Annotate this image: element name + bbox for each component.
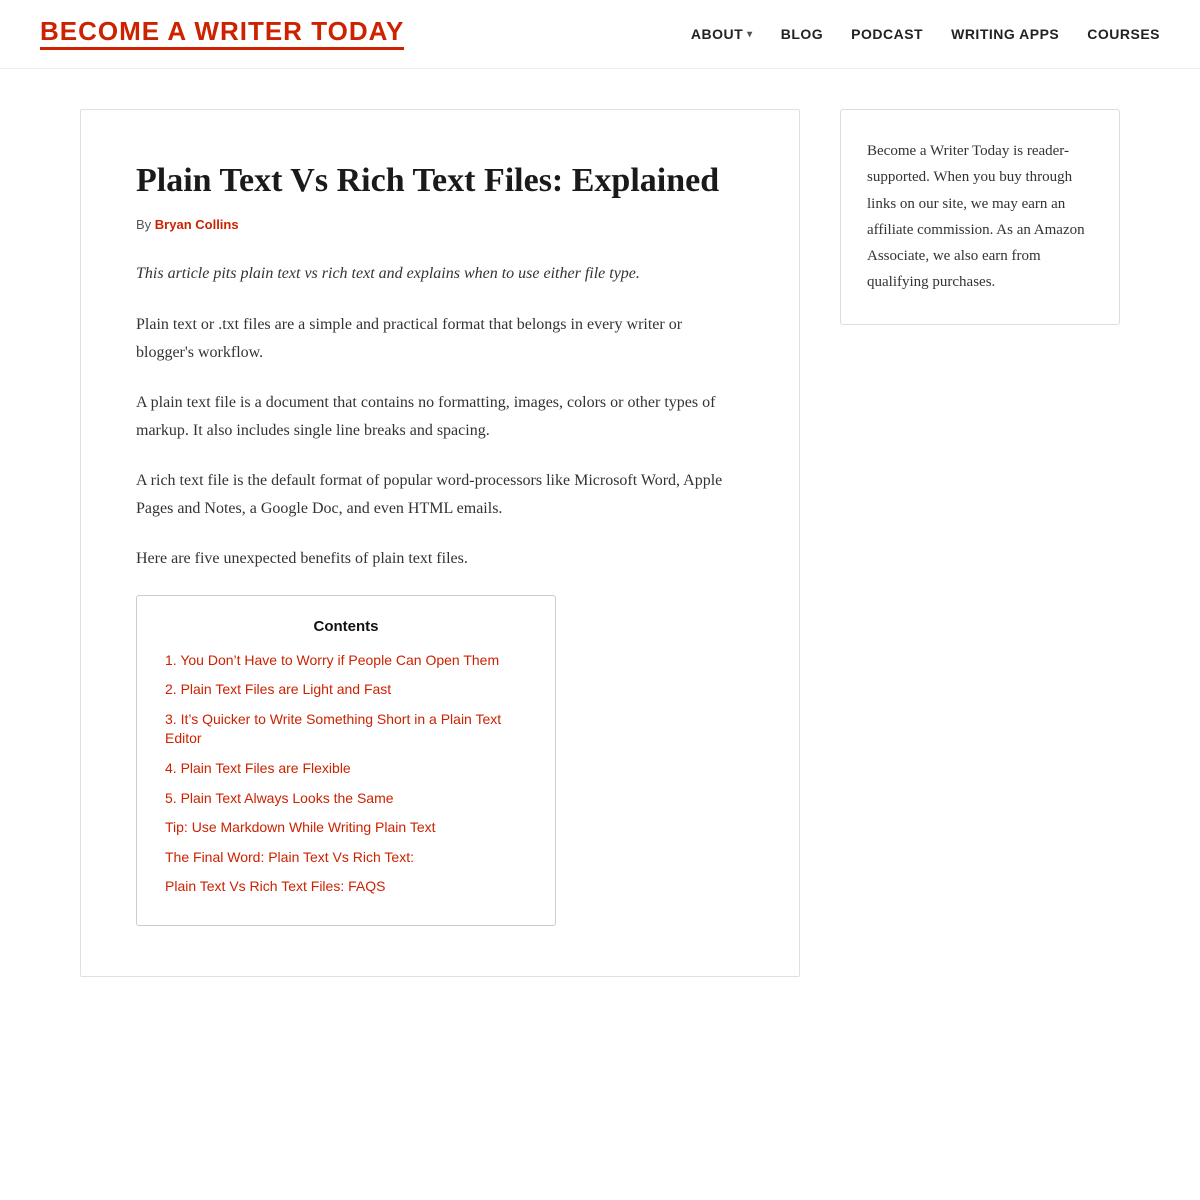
- article-intro: This article pits plain text vs rich tex…: [136, 260, 744, 287]
- nav-item-courses[interactable]: COURSES: [1087, 26, 1160, 42]
- nav-item-about[interactable]: ABOUT ▾: [691, 26, 753, 42]
- author-link[interactable]: Bryan Collins: [155, 217, 239, 232]
- nav-item-blog[interactable]: BLOG: [781, 26, 823, 42]
- toc-link-2[interactable]: 2. Plain Text Files are Light and Fast: [165, 681, 391, 697]
- toc-item-3: 3. It’s Quicker to Write Something Short…: [165, 710, 527, 749]
- nav-about-label: ABOUT: [691, 26, 743, 42]
- toc-item-7: The Final Word: Plain Text Vs Rich Text:: [165, 848, 527, 868]
- toc-link-3[interactable]: 3. It’s Quicker to Write Something Short…: [165, 711, 501, 747]
- site-header: BECOME A WRITER TODAY ABOUT ▾ BLOG PODCA…: [0, 0, 1200, 69]
- article-para-4: Here are five unexpected benefits of pla…: [136, 545, 744, 573]
- toc-item-4: 4. Plain Text Files are Flexible: [165, 759, 527, 779]
- toc-item-8: Plain Text Vs Rich Text Files: FAQS: [165, 877, 527, 897]
- toc-item-6: Tip: Use Markdown While Writing Plain Te…: [165, 818, 527, 838]
- article-body: Plain text or .txt files are a simple an…: [136, 311, 744, 573]
- toc-link-1[interactable]: 1. You Don’t Have to Worry if People Can…: [165, 652, 499, 668]
- sidebar-affiliate-text: Become a Writer Today is reader-supporte…: [867, 138, 1093, 296]
- toc-item-1: 1. You Don’t Have to Worry if People Can…: [165, 651, 527, 671]
- nav-item-writing-apps[interactable]: WRITING APPS: [951, 26, 1059, 42]
- toc-title: Contents: [165, 618, 527, 635]
- logo-black-text: BECOME A WRITER: [40, 16, 311, 46]
- article-para-3: A rich text file is the default format o…: [136, 467, 744, 523]
- toc-link-5[interactable]: 5. Plain Text Always Looks the Same: [165, 790, 394, 806]
- logo[interactable]: BECOME A WRITER TODAY: [40, 18, 404, 50]
- sidebar: Become a Writer Today is reader-supporte…: [840, 109, 1120, 325]
- main-content: Plain Text Vs Rich Text Files: Explained…: [80, 109, 800, 977]
- toc-item-5: 5. Plain Text Always Looks the Same: [165, 789, 527, 809]
- byline-prefix: By: [136, 217, 155, 232]
- article-title: Plain Text Vs Rich Text Files: Explained: [136, 160, 744, 203]
- page-wrapper: Plain Text Vs Rich Text Files: Explained…: [50, 69, 1150, 1017]
- toc-list: 1. You Don’t Have to Worry if People Can…: [165, 651, 527, 897]
- chevron-down-icon: ▾: [747, 29, 753, 40]
- byline: By Bryan Collins: [136, 217, 744, 232]
- toc-link-4[interactable]: 4. Plain Text Files are Flexible: [165, 760, 351, 776]
- toc-link-7[interactable]: The Final Word: Plain Text Vs Rich Text:: [165, 849, 414, 865]
- nav-item-podcast[interactable]: PODCAST: [851, 26, 923, 42]
- table-of-contents: Contents 1. You Don’t Have to Worry if P…: [136, 595, 556, 926]
- toc-link-6[interactable]: Tip: Use Markdown While Writing Plain Te…: [165, 819, 436, 835]
- sidebar-affiliate-box: Become a Writer Today is reader-supporte…: [840, 109, 1120, 325]
- logo-underline: [40, 47, 404, 50]
- logo-red-text: TODAY: [311, 16, 404, 46]
- article-para-2: A plain text file is a document that con…: [136, 389, 744, 445]
- toc-link-8[interactable]: Plain Text Vs Rich Text Files: FAQS: [165, 878, 385, 894]
- article-para-1: Plain text or .txt files are a simple an…: [136, 311, 744, 367]
- main-nav: ABOUT ▾ BLOG PODCAST WRITING APPS COURSE…: [691, 26, 1160, 42]
- toc-item-2: 2. Plain Text Files are Light and Fast: [165, 680, 527, 700]
